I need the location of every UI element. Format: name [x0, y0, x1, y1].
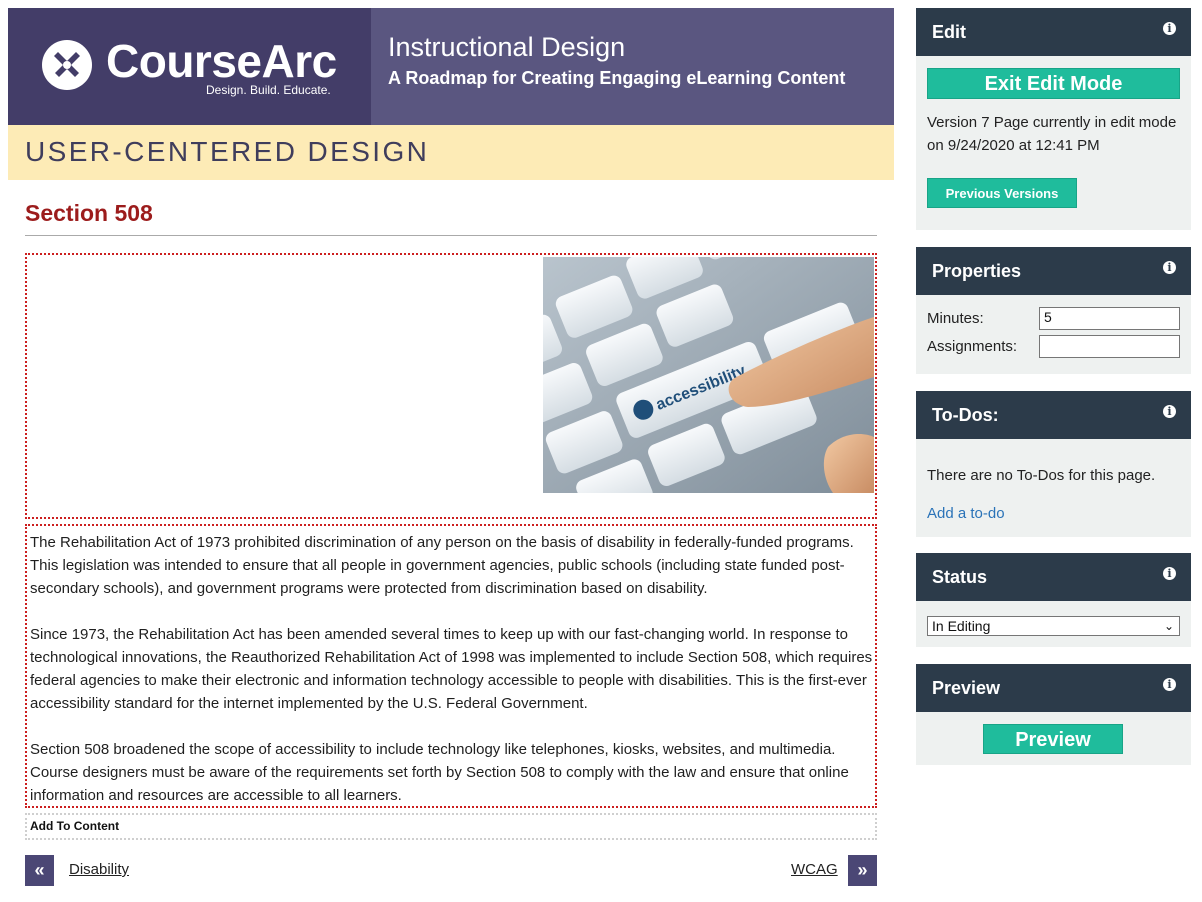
paragraph: The Rehabilitation Act of 1973 prohibite… [30, 534, 854, 597]
minutes-label: Minutes: [927, 310, 984, 327]
info-icon[interactable]: i [1163, 261, 1176, 274]
page-title: Section 508 [25, 200, 153, 226]
properties-panel: Properties i Minutes: 5 Assignments: [916, 247, 1191, 374]
status-panel-title: Status [932, 567, 988, 587]
preview-panel-title: Preview [932, 678, 1001, 698]
properties-panel-title: Properties [932, 261, 1022, 281]
next-page-link[interactable]: WCAG [791, 861, 838, 878]
course-subtitle: A Roadmap for Creating Engaging eLearnin… [388, 68, 846, 88]
unit-strip: USER-CENTERED DESIGN [8, 125, 894, 180]
logo-tagline: Design. Build. Educate. [206, 83, 331, 97]
previous-versions-button[interactable]: Previous Versions [927, 178, 1077, 208]
chevron-down-icon: ⌄ [1163, 619, 1174, 633]
todos-panel-title: To-Dos: [932, 405, 999, 425]
heading-divider [25, 235, 877, 236]
info-icon[interactable]: i [1163, 678, 1176, 691]
edit-panel-header: Edit i [916, 8, 1191, 56]
text-content-block[interactable]: The Rehabilitation Act of 1973 prohibite… [25, 524, 877, 808]
coursearc-logo-icon [42, 40, 92, 90]
status-select[interactable]: In Editing ⌄ [927, 616, 1180, 636]
add-todo-link[interactable]: Add a to-do [927, 505, 1005, 522]
logo-area: CourseArc Design. Build. Educate. [8, 8, 371, 125]
course-title: Instructional Design [388, 32, 626, 62]
paragraph: Section 508 broadened the scope of acces… [30, 741, 849, 804]
banner-text: Instructional Design A Roadmap for Creat… [371, 8, 845, 125]
preview-panel: Preview i Preview [916, 664, 1191, 765]
status-selected-value: In Editing [932, 618, 991, 634]
assignments-input[interactable] [1039, 335, 1180, 358]
minutes-input[interactable]: 5 [1039, 307, 1180, 330]
previous-page-button[interactable]: « [25, 855, 54, 886]
course-banner: CourseArc Design. Build. Educate. Instru… [8, 8, 894, 125]
image-content-block[interactable]: accessibility [25, 253, 877, 519]
preview-button[interactable]: Preview [983, 724, 1123, 754]
info-icon[interactable]: i [1163, 567, 1176, 580]
accessibility-keyboard-image: accessibility [543, 257, 874, 493]
add-to-content-button[interactable]: Add To Content [25, 813, 877, 840]
status-panel: Status i In Editing ⌄ [916, 553, 1191, 647]
unit-title: USER-CENTERED DESIGN [25, 136, 430, 167]
todos-empty-text: There are no To-Dos for this page. [927, 467, 1156, 484]
info-icon[interactable]: i [1163, 405, 1176, 418]
properties-panel-header: Properties i [916, 247, 1191, 295]
todos-panel-header: To-Dos: i [916, 391, 1191, 439]
paragraph: Since 1973, the Rehabilitation Act has b… [30, 626, 873, 712]
logo-wordmark: CourseArc [106, 35, 337, 87]
assignments-label: Assignments: [927, 338, 1018, 355]
exit-edit-mode-button[interactable]: Exit Edit Mode [927, 68, 1180, 99]
preview-panel-header: Preview i [916, 664, 1191, 712]
todos-panel: To-Dos: i There are no To-Dos for this p… [916, 391, 1191, 537]
previous-page-link[interactable]: Disability [69, 861, 129, 878]
version-status-text: Version 7 Page currently in edit mode on… [927, 114, 1177, 154]
status-panel-header: Status i [916, 553, 1191, 601]
info-icon[interactable]: i [1163, 22, 1176, 35]
next-page-button[interactable]: » [848, 855, 877, 886]
edit-panel: Edit i Exit Edit Mode Version 7 Page cur… [916, 8, 1191, 230]
edit-panel-title: Edit [932, 22, 966, 42]
